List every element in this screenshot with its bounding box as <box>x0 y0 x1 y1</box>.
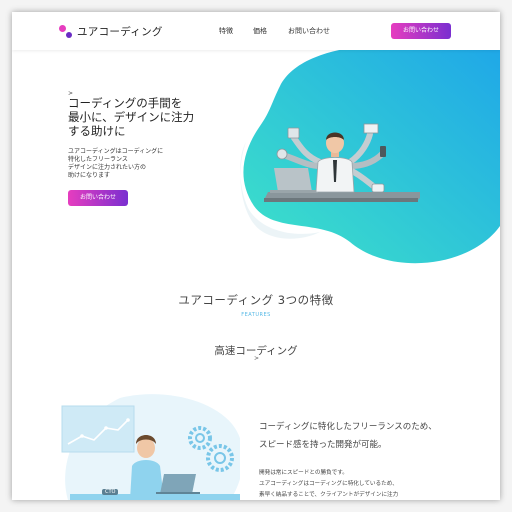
nav-link-features[interactable]: 特徴 <box>219 26 233 36</box>
nav-link-contact[interactable]: お問い合わせ <box>288 26 330 36</box>
feature-body: 開発は常にスピードとの勝負です。 ユアコーディングはコーディングに特化しているた… <box>259 470 399 498</box>
fast-coding-illustration <box>61 394 240 500</box>
logo-mark-icon <box>59 24 73 39</box>
multitasking-developer-illustration <box>264 123 420 202</box>
page-frame: ユアコーディング 特徴 価格 お問い合わせ お問い合わせ > コーディングの手間… <box>12 12 500 500</box>
nav-link-pricing[interactable]: 価格 <box>253 26 267 36</box>
features-subtitle: FEATURES <box>241 312 271 318</box>
features-title: ユアコーディング 3つの特徴 <box>178 293 334 307</box>
hero-title: コーディングの手間を 最小に、デザインに注力 する助けに <box>68 96 195 138</box>
logo-text: ユアコーディング <box>77 26 163 38</box>
site-header: ユアコーディング 特徴 価格 お問い合わせ お問い合わせ <box>12 12 500 50</box>
hero-description: ユアコーディングはコーディングに 特化したフリーランス デザインに注力されたい方… <box>68 148 164 179</box>
feature-lead: コーディングに特化したフリーランスのため、 スピード感を持った開発が可能。 <box>259 422 437 450</box>
cto-badge: CTO <box>102 489 119 495</box>
logo[interactable]: ユアコーディング <box>59 24 163 39</box>
header-contact-button[interactable]: お問い合わせ <box>391 23 451 39</box>
feature-chevron: > <box>254 355 260 362</box>
hero-contact-button[interactable]: お問い合わせ <box>68 190 128 206</box>
